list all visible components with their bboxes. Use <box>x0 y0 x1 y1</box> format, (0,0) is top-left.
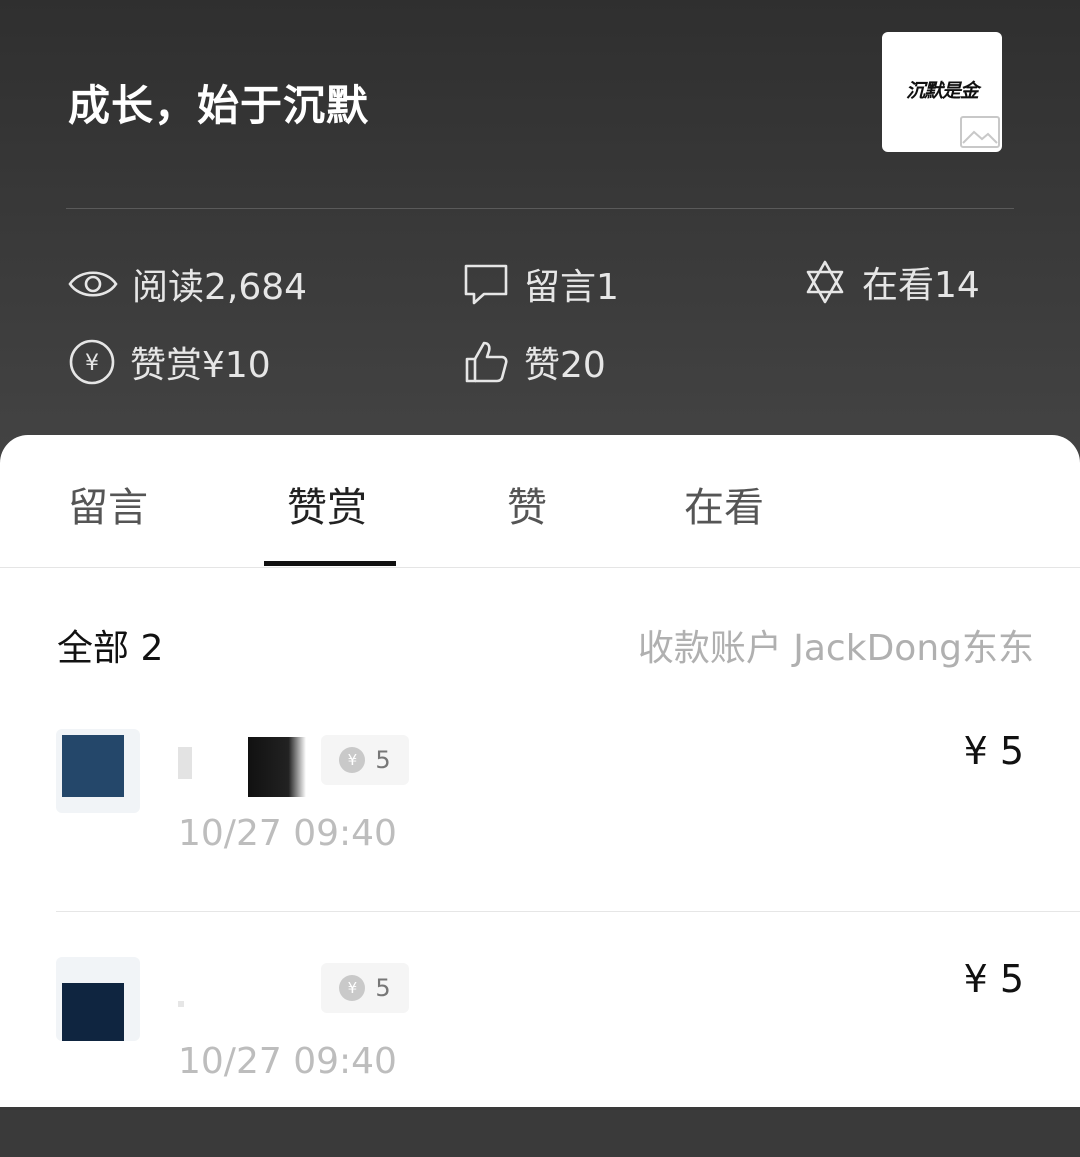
comment-bubble-icon <box>464 264 508 305</box>
active-tab-indicator <box>264 561 396 566</box>
svg-text:¥: ¥ <box>85 351 99 376</box>
reward-badge: ¥ 5 <box>321 963 409 1013</box>
reward-row[interactable]: ¥ 5 10/27 09:40 ¥ 5 <box>0 957 1080 1157</box>
badge-value: 5 <box>375 746 391 774</box>
tab-rewards[interactable]: 赞赏 <box>287 475 367 533</box>
reward-amount: ¥ 5 <box>963 957 1024 1001</box>
thumbnail-calligraphy: 沉默是金 <box>905 80 979 102</box>
stat-likes: 赞20 <box>462 336 606 388</box>
reward-time: 10/27 09:40 <box>178 813 397 854</box>
tabs-divider <box>0 567 1080 568</box>
tab-watching[interactable]: 在看 <box>684 475 764 533</box>
nickname-obscured <box>178 1001 184 1007</box>
avatar-image <box>62 983 124 1041</box>
rewards-amount: 赞赏¥10 <box>130 345 271 386</box>
reward-time: 10/27 09:40 <box>178 1041 397 1082</box>
avatar[interactable] <box>56 729 140 813</box>
interaction-sheet: 留言 赞赏 赞 在看 全部 2 收款账户 JackDong东东 ¥ 5 10/2… <box>0 435 1080 1107</box>
image-icon <box>960 116 1000 148</box>
stat-reads: 阅读2,684 <box>68 258 307 310</box>
badge-value: 5 <box>375 974 391 1002</box>
stat-rewards: ¥ 赞赏¥10 <box>68 336 271 388</box>
likes-count: 赞20 <box>524 345 606 386</box>
eye-icon <box>68 271 118 297</box>
tab-likes[interactable]: 赞 <box>507 475 547 533</box>
reward-row[interactable]: ¥ 5 10/27 09:40 ¥ 5 <box>0 729 1080 929</box>
payee-account: 收款账户 JackDong东东 <box>637 628 1034 669</box>
comments-count: 留言1 <box>524 267 619 308</box>
yuan-coin-icon: ¥ <box>69 339 115 385</box>
article-title: 成长，始于沉默 <box>68 81 370 130</box>
tab-comments[interactable]: 留言 <box>68 475 148 533</box>
yuan-coin-icon: ¥ <box>339 747 366 773</box>
reads-count: 阅读2,684 <box>132 267 308 308</box>
thumbs-up-icon <box>465 341 508 383</box>
avatar-image <box>62 735 124 797</box>
article-thumbnail[interactable]: 沉默是金 <box>882 32 1002 152</box>
yuan-coin-icon: ¥ <box>339 975 366 1001</box>
star-of-david-icon <box>806 260 844 304</box>
stat-watching: 在看14 <box>802 256 980 308</box>
header-divider <box>66 208 1014 209</box>
row-divider <box>56 911 1080 912</box>
reward-amount: ¥ 5 <box>963 729 1024 773</box>
reward-badge: ¥ 5 <box>321 735 409 785</box>
article-header: 成长，始于沉默 沉默是金 阅读2,684 留言1 在看14 ¥ 赞赏¥10 赞2… <box>0 0 1080 470</box>
avatar[interactable] <box>56 957 140 1041</box>
total-count: 全部 2 <box>57 628 164 669</box>
stat-comments: 留言1 <box>462 258 619 310</box>
watching-count: 在看14 <box>862 265 980 306</box>
nickname-obscured <box>178 737 306 797</box>
